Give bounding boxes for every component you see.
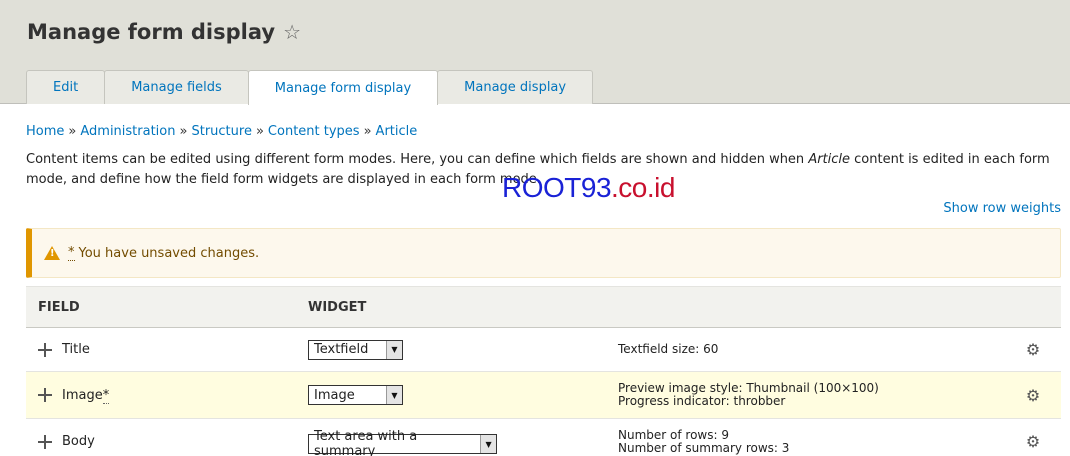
tab-edit[interactable]: Edit [26,70,106,104]
changed-marker: * [102,387,110,404]
chevron-down-icon: ▼ [386,386,402,404]
widget-select-body[interactable]: Text area with a summary ▼ [308,429,497,456]
field-label: Image [62,387,103,403]
page-header: Manage form display ☆ Edit Manage fields… [0,0,1070,105]
warning-icon [44,246,60,260]
unsaved-changes-message: * You have unsaved changes. [26,228,1061,278]
tab-manage-form-display[interactable]: Manage form display [247,70,439,105]
drag-handle-icon[interactable] [38,388,52,402]
warning-asterisk: * [68,245,75,261]
breadcrumb-article[interactable]: Article [376,124,418,139]
warning-text: You have unsaved changes. [78,245,260,261]
page-title-text: Manage form display [27,20,276,44]
breadcrumb-home[interactable]: Home [26,124,64,139]
table-row: Image* Image ▼ Preview image style: Thumb… [26,371,1061,419]
drag-handle-icon[interactable] [38,434,52,449]
table-row: Title Textfield ▼ Textfield size: 60 ⚙ [26,328,1061,372]
star-icon[interactable]: ☆ [283,20,301,44]
field-widget-table: FIELD WIDGET Title Textfield ▼ Textfield … [26,286,1061,456]
watermark-logo: ROOT93.co.id [502,172,675,203]
chevron-down-icon: ▼ [480,435,496,453]
field-label: Body [62,434,95,449]
gear-icon[interactable]: ⚙ [1005,419,1061,456]
tab-manage-display[interactable]: Manage display [437,70,594,104]
page-title: Manage form display ☆ [27,20,301,44]
widget-select-title[interactable]: Textfield ▼ [308,339,403,360]
table-header-row: FIELD WIDGET [26,286,1061,328]
breadcrumb-structure[interactable]: Structure [191,124,251,139]
primary-tabs: Edit Manage fields Manage form display M… [26,70,594,105]
widget-summary: Progress indicator: throbber [618,394,786,408]
widget-select-image[interactable]: Image ▼ [308,385,403,405]
widget-summary: Number of summary rows: 3 [618,440,790,455]
show-row-weights-link[interactable]: Show row weights [943,201,1061,216]
widget-summary: Textfield size: 60 [618,342,719,356]
column-header-widget: WIDGET [308,299,367,315]
widget-summary: Number of rows: 9 [618,427,729,442]
breadcrumb: Home» Administration» Structure» Content ty… [26,124,418,139]
column-header-field: FIELD [38,299,80,315]
table-row: Body Text area with a summary ▼ Number of… [26,419,1061,456]
chevron-down-icon: ▼ [386,340,402,359]
gear-icon[interactable]: ⚙ [1005,372,1061,419]
gear-icon[interactable]: ⚙ [1005,328,1061,372]
tab-manage-fields[interactable]: Manage fields [104,70,249,104]
breadcrumb-content-types[interactable]: Content types [268,124,360,139]
field-label: Title [62,342,90,357]
drag-handle-icon[interactable] [38,342,52,357]
breadcrumb-administration[interactable]: Administration [80,124,175,139]
